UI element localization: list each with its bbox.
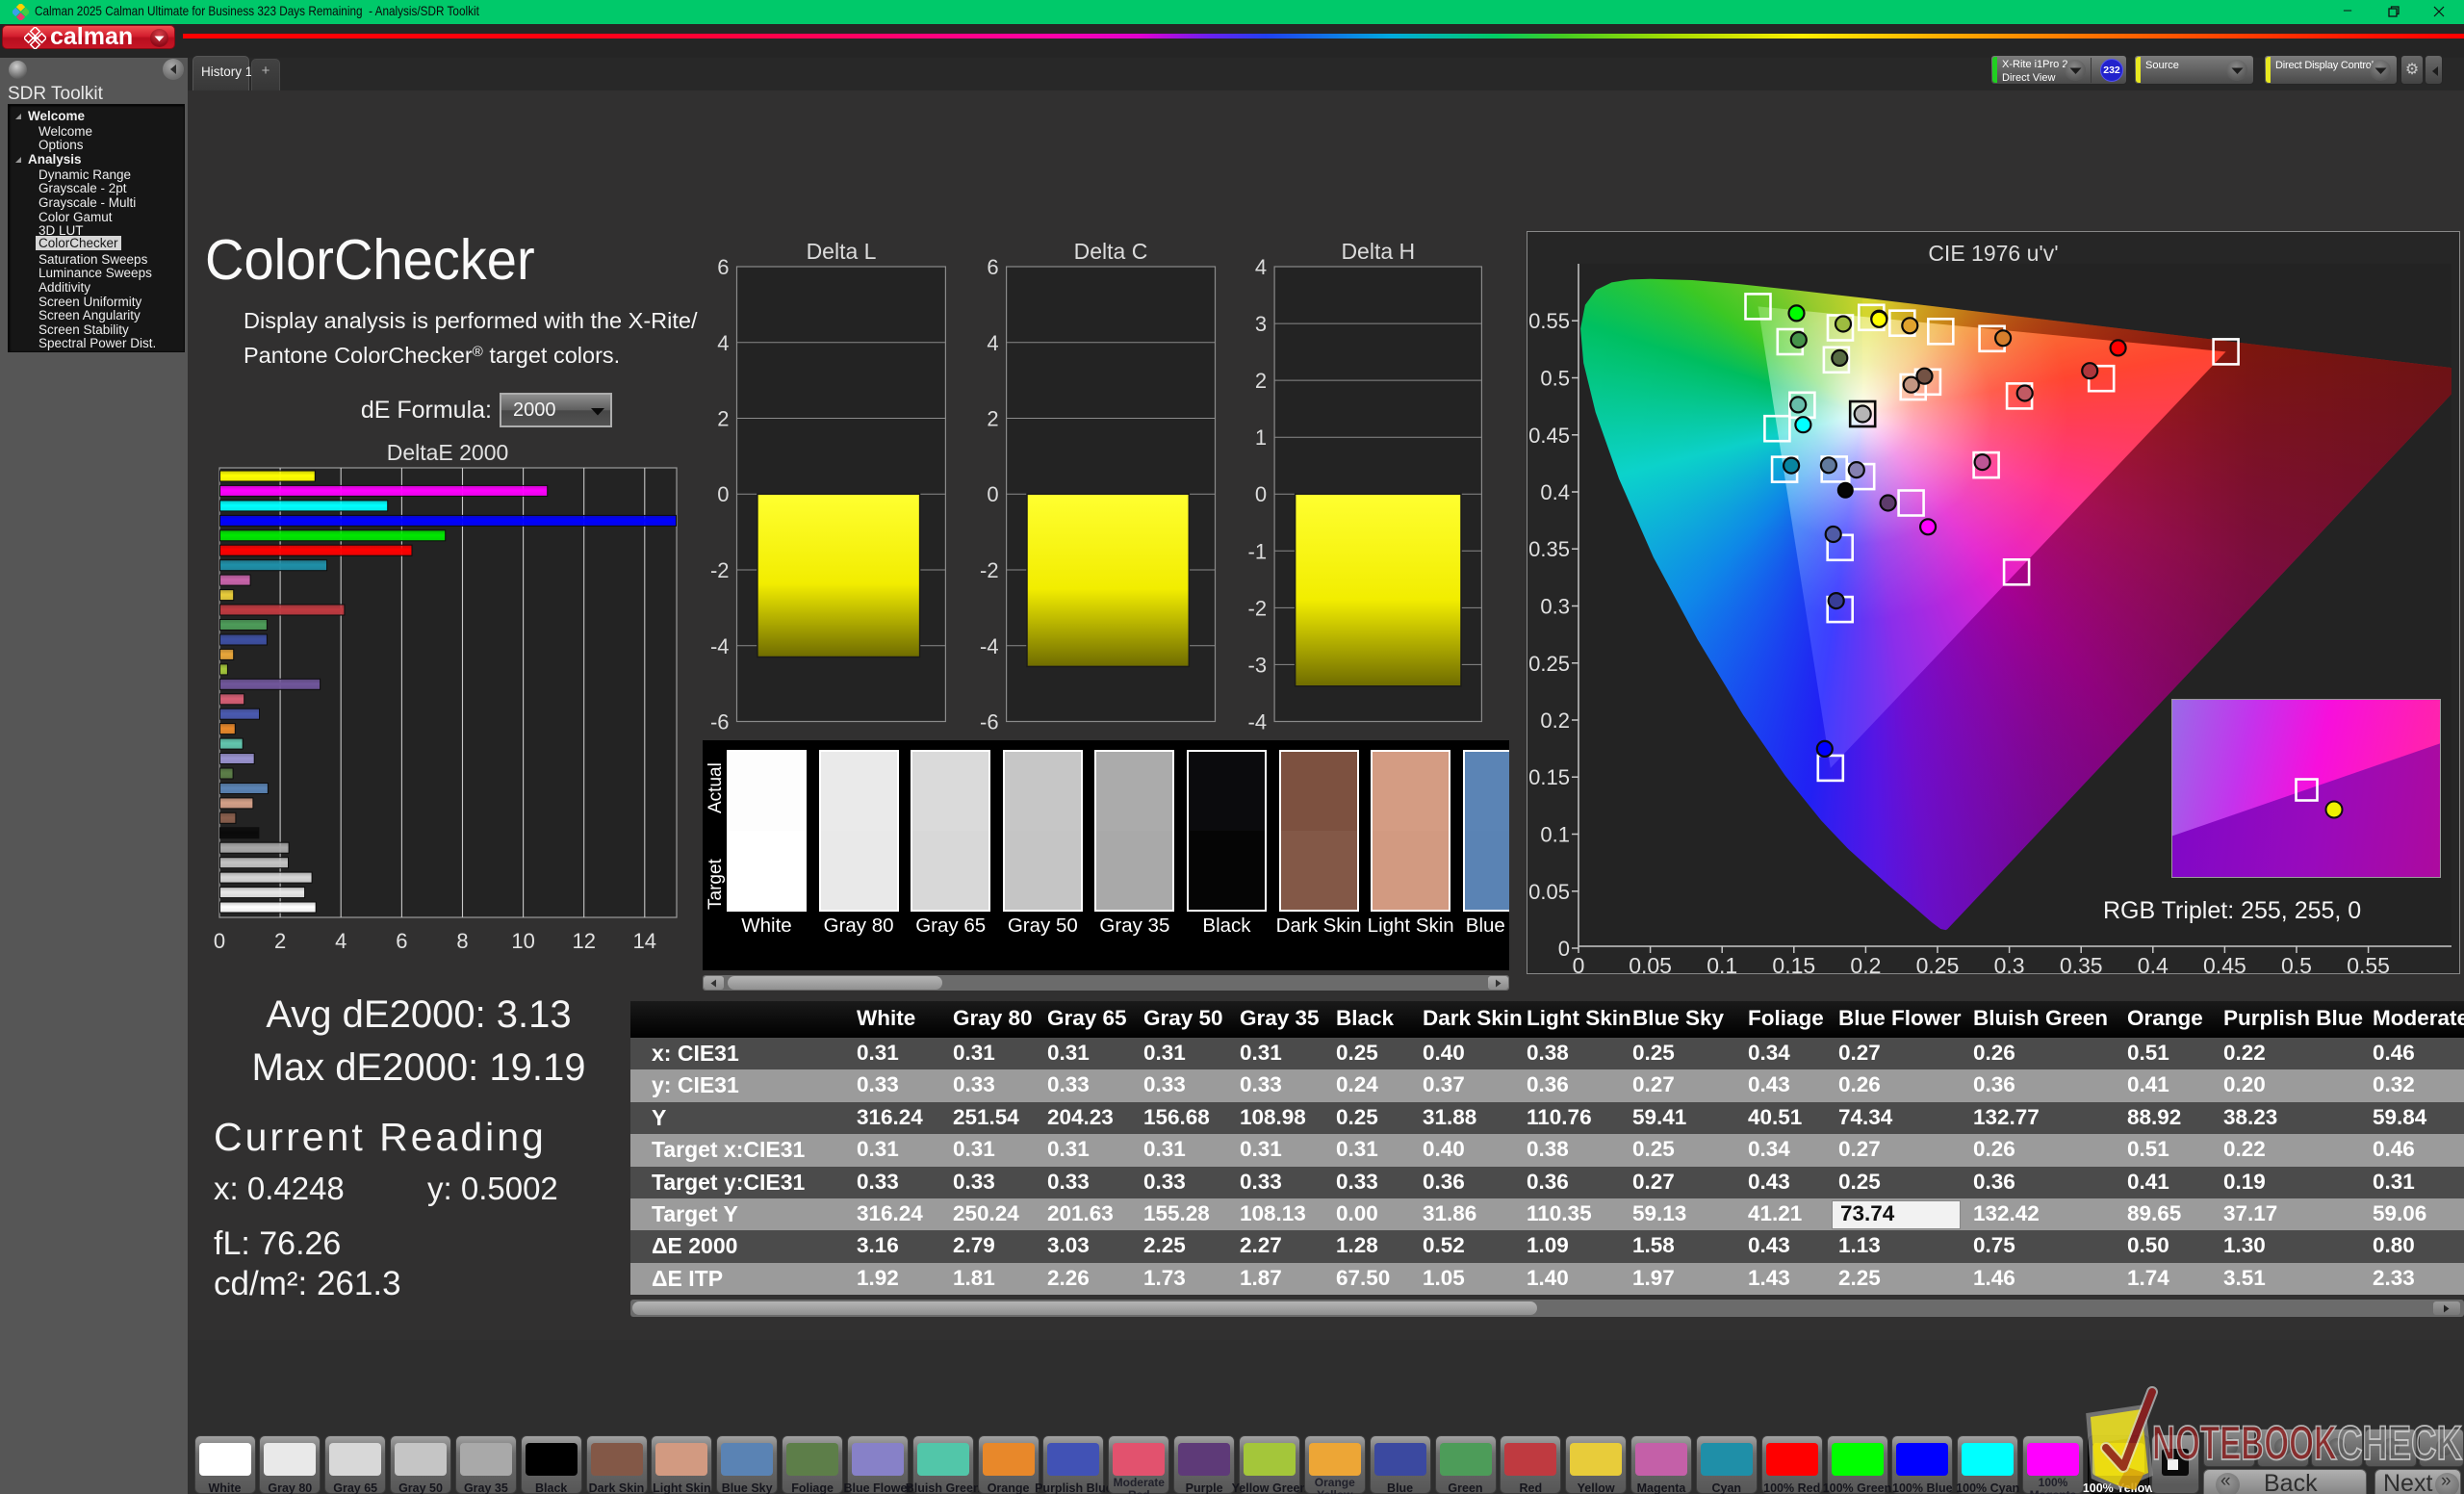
svg-text:2: 2 (1255, 369, 1267, 393)
svg-text:1: 1 (1255, 425, 1267, 450)
svg-text:0.25: 0.25 (1916, 953, 1960, 978)
svg-text:Delta C: Delta C (1074, 239, 1148, 264)
svg-text:0.05: 0.05 (1629, 953, 1672, 978)
svg-text:10: 10 (511, 929, 534, 953)
svg-text:4: 4 (717, 331, 729, 355)
svg-text:0: 0 (1573, 953, 1585, 978)
svg-text:6: 6 (987, 255, 998, 279)
svg-text:0.45: 0.45 (1528, 424, 1570, 448)
svg-text:0.15: 0.15 (1772, 953, 1815, 978)
svg-text:0.1: 0.1 (1540, 823, 1570, 847)
svg-text:-2: -2 (980, 558, 999, 582)
svg-text:-6: -6 (710, 710, 730, 734)
svg-text:0: 0 (1255, 482, 1267, 506)
svg-text:8: 8 (456, 929, 468, 953)
svg-text:0.4: 0.4 (1540, 480, 1570, 504)
svg-text:0.55: 0.55 (1528, 309, 1570, 333)
svg-text:-3: -3 (1248, 653, 1268, 677)
svg-text:CHECK: CHECK (2337, 1416, 2462, 1470)
svg-text:14: 14 (633, 929, 656, 953)
svg-text:0.15: 0.15 (1528, 765, 1570, 789)
svg-text:4: 4 (987, 331, 998, 355)
svg-text:0: 0 (717, 482, 729, 506)
svg-text:4: 4 (1255, 255, 1267, 279)
svg-text:-1: -1 (1248, 539, 1268, 563)
svg-text:6: 6 (717, 255, 729, 279)
svg-text:0.55: 0.55 (2347, 953, 2390, 978)
svg-text:0.3: 0.3 (1540, 595, 1570, 619)
svg-text:0.3: 0.3 (1994, 953, 2025, 978)
svg-text:Delta H: Delta H (1341, 239, 1415, 264)
svg-text:0.45: 0.45 (2203, 953, 2246, 978)
svg-text:-2: -2 (710, 558, 730, 582)
svg-text:0: 0 (987, 482, 998, 506)
svg-text:0.35: 0.35 (2060, 953, 2103, 978)
svg-text:0.25: 0.25 (1528, 652, 1570, 676)
svg-text:0.2: 0.2 (1540, 708, 1570, 733)
svg-text:0: 0 (1558, 937, 1570, 961)
svg-text:0.35: 0.35 (1528, 537, 1570, 561)
svg-text:0.5: 0.5 (1540, 367, 1570, 391)
svg-text:0.1: 0.1 (1707, 953, 1737, 978)
svg-text:-6: -6 (980, 710, 999, 734)
svg-text:-2: -2 (1248, 596, 1268, 620)
svg-text:12: 12 (572, 929, 595, 953)
svg-text:-4: -4 (1248, 710, 1268, 734)
svg-text:DeltaE 2000: DeltaE 2000 (387, 440, 509, 465)
svg-text:6: 6 (396, 929, 407, 953)
svg-text:0.5: 0.5 (2281, 953, 2312, 978)
svg-text:3: 3 (1255, 312, 1267, 336)
svg-text:-4: -4 (980, 634, 999, 658)
svg-text:NOTEBOOK: NOTEBOOK (2152, 1416, 2337, 1470)
svg-text:2: 2 (987, 407, 998, 431)
svg-text:Delta L: Delta L (807, 239, 877, 264)
svg-text:0.2: 0.2 (1850, 953, 1881, 978)
svg-text:0.05: 0.05 (1528, 880, 1570, 904)
svg-text:2: 2 (717, 407, 729, 431)
svg-text:-4: -4 (710, 634, 730, 658)
svg-text:4: 4 (335, 929, 346, 953)
svg-text:0.4: 0.4 (2138, 953, 2169, 978)
svg-text:0: 0 (214, 929, 225, 953)
svg-text:2: 2 (274, 929, 286, 953)
